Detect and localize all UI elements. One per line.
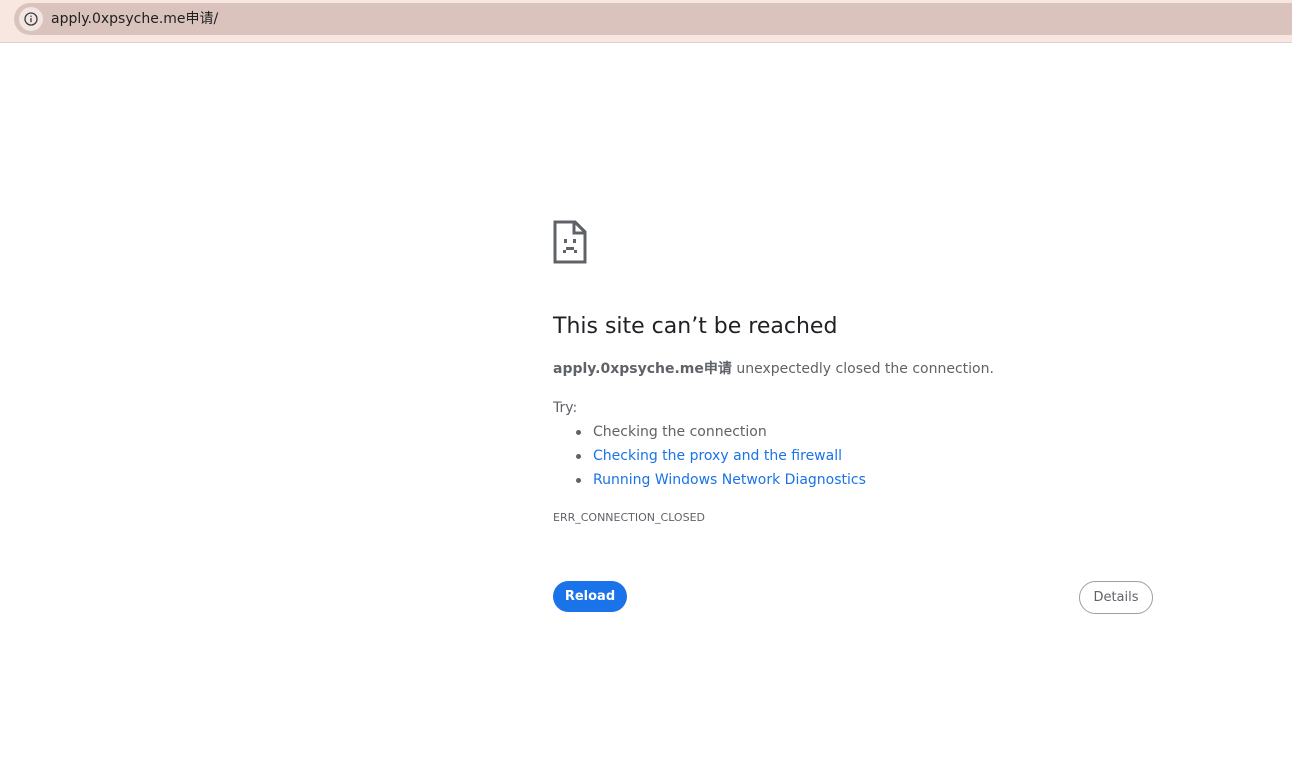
try-label: Try:: [553, 400, 578, 416]
reload-button[interactable]: Reload: [553, 581, 627, 612]
suggestion-check-connection: Checking the connection: [553, 422, 866, 446]
info-icon[interactable]: [19, 7, 43, 31]
error-message: apply.0xpsyche.me申请 unexpectedly closed …: [553, 359, 994, 379]
error-code: ERR_CONNECTION_CLOSED: [553, 511, 705, 524]
suggestions-list: Checking the connection Checking the pro…: [553, 422, 866, 494]
browser-toolbar: apply.0xpsyche.me申请/: [0, 0, 1292, 43]
error-heading: This site can’t be reached: [553, 314, 838, 339]
error-host: apply.0xpsyche.me申请: [553, 361, 732, 377]
suggestion-check-proxy-firewall[interactable]: Checking the proxy and the firewall: [553, 446, 866, 470]
proxy-firewall-link[interactable]: Checking the proxy and the firewall: [593, 448, 842, 464]
address-bar[interactable]: apply.0xpsyche.me申请/: [14, 3, 1292, 35]
error-message-text: unexpectedly closed the connection.: [731, 361, 994, 377]
sad-page-icon: [553, 220, 587, 264]
network-diagnostics-link[interactable]: Running Windows Network Diagnostics: [593, 472, 866, 488]
suggestion-text: Checking the connection: [593, 424, 767, 440]
suggestion-network-diagnostics[interactable]: Running Windows Network Diagnostics: [553, 470, 866, 494]
details-button[interactable]: Details: [1079, 581, 1153, 614]
address-bar-url[interactable]: apply.0xpsyche.me申请/: [51, 10, 218, 28]
